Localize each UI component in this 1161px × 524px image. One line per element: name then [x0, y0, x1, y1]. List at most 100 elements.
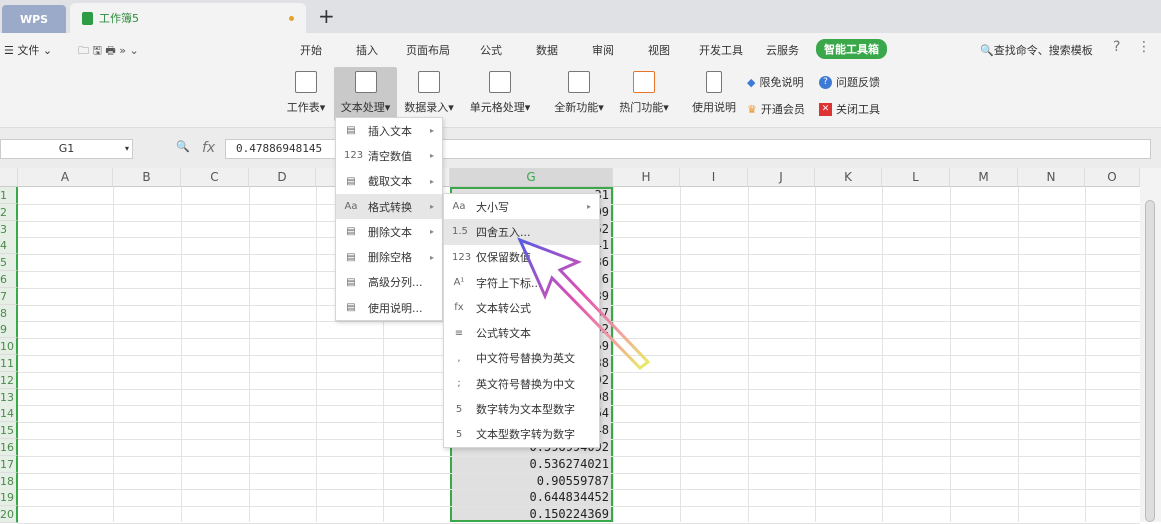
new-features-button[interactable]: 全新功能▾ — [551, 67, 607, 121]
feedback-button[interactable]: ? 问题反馈 — [819, 74, 880, 90]
menu-item[interactable]: ▤ 截取文本 ▸ — [336, 169, 442, 194]
123-icon: 123 — [344, 150, 364, 162]
hot-features-button[interactable]: 热门功能▾ — [616, 67, 672, 121]
row-header[interactable]: 2 — [0, 203, 18, 221]
row-header[interactable]: 1 — [0, 187, 18, 204]
scrollbar-thumb[interactable] — [1145, 200, 1155, 522]
menu-item[interactable]: 5 文本型数字转为数字 — [444, 422, 599, 447]
row-header[interactable]: 12 — [0, 371, 18, 389]
menu-item[interactable]: 5 数字转为文本型数字 — [444, 396, 599, 421]
cell-g[interactable]: 0.150224369 — [452, 506, 611, 523]
column-header[interactable]: L — [882, 168, 950, 187]
close-tool-button[interactable]: ✕ 关闭工具 — [819, 101, 880, 117]
menu-data[interactable]: 数据 — [536, 42, 558, 58]
menu-item[interactable]: ; 英文符号替换为中文 — [444, 371, 599, 396]
row-header[interactable]: 14 — [0, 405, 18, 423]
fx-icon[interactable]: fx — [202, 140, 215, 156]
vertical-scrollbar[interactable] — [1140, 168, 1161, 522]
row-header[interactable]: 16 — [0, 439, 18, 456]
menu-item[interactable]: A¹ 字符上下标... — [444, 270, 599, 295]
menu-item[interactable]: ▤ 使用说明... — [336, 295, 442, 320]
chevron-right-icon: ▸ — [429, 176, 434, 186]
menu-item[interactable]: Aa 大小写 ▸ — [444, 194, 599, 219]
search-command[interactable]: 🔍查找命令、搜索模板 — [980, 42, 1093, 58]
menu-item[interactable]: ▤ 插入文本 ▸ — [336, 118, 442, 143]
help-button[interactable]: ? — [1113, 39, 1120, 55]
text-doc-icon — [354, 71, 377, 93]
instructions-button[interactable]: 使用说明 — [690, 67, 738, 121]
menu-item[interactable]: ▤ 删除空格 ▸ — [336, 244, 442, 269]
row-header[interactable]: 8 — [0, 304, 18, 322]
cell-g[interactable]: 0.536274021 — [452, 456, 611, 473]
row-header[interactable]: 18 — [0, 472, 18, 490]
select-all-corner[interactable] — [0, 168, 18, 187]
worksheet-button[interactable]: 工作表▾ — [283, 67, 329, 121]
menu-item[interactable]: , 中文符号替换为英文 — [444, 346, 599, 371]
row-header[interactable]: 5 — [0, 254, 18, 272]
free-notice-button[interactable]: ◆ 限免说明 — [747, 74, 803, 90]
menu-insert[interactable]: 插入 — [356, 42, 378, 58]
cell-processing-button[interactable]: 单元格处理▾ — [466, 67, 534, 121]
row-header[interactable]: 15 — [0, 422, 18, 440]
column-header[interactable]: D — [249, 168, 316, 187]
row-header[interactable]: 13 — [0, 388, 18, 406]
cell-g[interactable]: 0.90559787 — [452, 473, 611, 490]
menu-item[interactable]: 1.5 四舍五入... — [444, 219, 599, 245]
cut-text-icon: ▤ — [346, 175, 356, 187]
row-header[interactable]: 20 — [0, 506, 18, 524]
zoom-icon[interactable]: 🔍 — [176, 140, 190, 153]
column-header[interactable]: J — [748, 168, 815, 187]
cell-g[interactable]: 0.644834452 — [452, 489, 611, 506]
menu-review[interactable]: 审阅 — [592, 42, 614, 58]
row-header[interactable]: 10 — [0, 338, 18, 356]
new-tab-button[interactable]: + — [318, 4, 335, 28]
column-header[interactable]: N — [1018, 168, 1085, 187]
tab-workbook[interactable]: 工作簿5 — [70, 3, 306, 33]
name-box[interactable]: G1 ▾ — [0, 139, 133, 159]
column-header[interactable]: H — [613, 168, 680, 187]
quick-access-toolbar[interactable]: 🗀 🖫 🖶 » ⌄ — [78, 42, 139, 61]
row-header[interactable]: 4 — [0, 237, 18, 255]
menu-item[interactable]: Aa 格式转换 ▸ — [336, 193, 442, 220]
item-icon: ≡ — [454, 327, 464, 339]
column-header[interactable]: M — [950, 168, 1018, 187]
column-header[interactable]: O — [1085, 168, 1140, 187]
more-button[interactable]: ⋮ — [1137, 39, 1151, 55]
row-header[interactable]: 3 — [0, 220, 18, 238]
menu-item[interactable]: ≡ 公式转文本 — [444, 320, 599, 345]
row-header[interactable]: 11 — [0, 355, 18, 372]
column-header[interactable]: A — [18, 168, 113, 187]
column-header[interactable]: I — [680, 168, 748, 187]
data-entry-button[interactable]: 数据录入▾ — [401, 67, 457, 121]
tab-wps[interactable]: WPS — [2, 5, 66, 33]
membership-button[interactable]: ♛ 开通会员 — [747, 101, 805, 117]
5-icon: 5 — [455, 403, 463, 415]
menu-page-layout[interactable]: 页面布局 — [406, 42, 450, 58]
row-header[interactable]: 19 — [0, 489, 18, 507]
column-header[interactable]: K — [815, 168, 882, 187]
menu-cloud[interactable]: 云服务 — [766, 42, 799, 58]
menu-item[interactable]: fx 文本转公式 — [444, 295, 599, 320]
row-header[interactable]: 6 — [0, 271, 18, 288]
menu-item-label: 文本型数字转为数字 — [476, 428, 575, 442]
cell-ref: G1 — [58, 142, 75, 155]
menu-item[interactable]: ▤ 删除文本 ▸ — [336, 219, 442, 244]
menu-developer[interactable]: 开发工具 — [699, 42, 743, 58]
fire-icon — [633, 71, 655, 93]
file-menu[interactable]: ☰ 文件 ⌄ — [4, 42, 52, 58]
menu-item[interactable]: 123 清空数值 ▸ — [336, 143, 442, 168]
row-header[interactable]: 9 — [0, 321, 18, 339]
row-header[interactable]: 17 — [0, 455, 18, 473]
menu-smart-toolbox[interactable]: 智能工具箱 — [816, 39, 887, 59]
chevron-right-icon: ▸ — [586, 202, 591, 212]
menu-view[interactable]: 视图 — [648, 42, 670, 58]
row-header[interactable]: 7 — [0, 287, 18, 305]
menu-formula[interactable]: 公式 — [480, 42, 502, 58]
text-processing-button[interactable]: 文本处理▾ — [334, 67, 397, 121]
column-header[interactable]: C — [181, 168, 249, 187]
menu-item[interactable]: 123 仅保留数值 — [444, 245, 599, 270]
column-header[interactable]: B — [113, 168, 181, 187]
column-header[interactable]: G — [450, 168, 613, 187]
menu-start[interactable]: 开始 — [300, 42, 322, 58]
menu-item[interactable]: ▤ 高级分列... — [336, 270, 442, 295]
